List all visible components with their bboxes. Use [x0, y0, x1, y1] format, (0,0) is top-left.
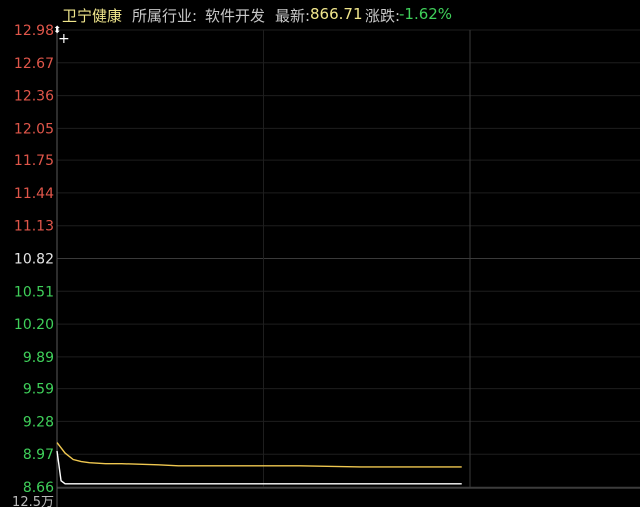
y-tick-label: 8.66 [23, 480, 54, 496]
volume-axis-label: 12.5万 [12, 495, 54, 507]
intraday-chart[interactable]: 12.98 12.67 12.36 12.05 11.75 11.44 11.13 10.82… [0, 0, 640, 507]
y-tick-label: 11.75 [14, 153, 54, 169]
y-tick-label: 10.20 [14, 317, 54, 333]
y-tick-label: 12.36 [14, 89, 54, 105]
y-tick-label: 12.98 [14, 23, 54, 39]
crosshair-cursor-icon: + [58, 31, 70, 47]
y-tick-label: 11.44 [14, 186, 54, 202]
y-tick-label: 10.82 [14, 252, 54, 268]
average-price-line [56, 442, 462, 468]
y-tick-label: 10.51 [14, 284, 54, 300]
y-tick-label: 11.13 [14, 219, 54, 235]
y-tick-label: 12.05 [14, 121, 54, 137]
y-tick-label: 12.67 [14, 56, 54, 72]
y-tick-label: 9.89 [23, 350, 54, 366]
y-tick-label: 9.28 [23, 414, 54, 430]
y-tick-label: 8.97 [23, 447, 54, 463]
y-tick-label: 9.59 [23, 382, 54, 398]
